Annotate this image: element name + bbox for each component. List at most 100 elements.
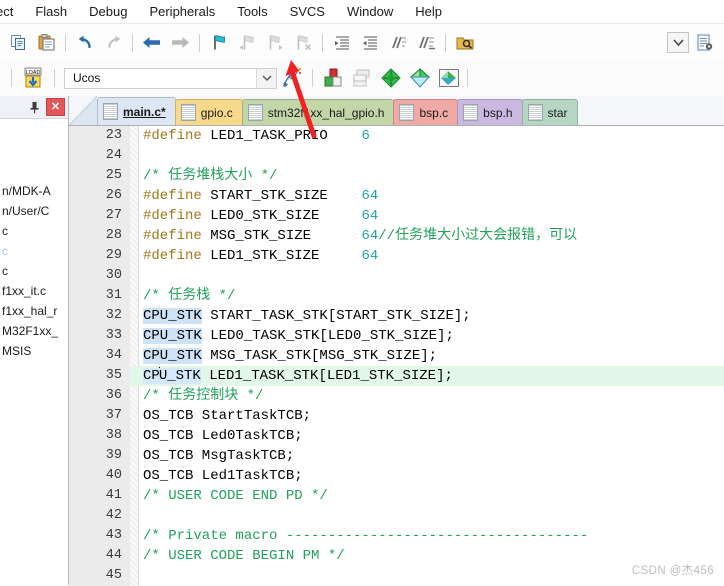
code-text[interactable]: #define START_STK_SIZE 64 — [130, 186, 724, 206]
code-line[interactable]: 33 CPU_STK LED0_TASK_STK[LED0_STK_SIZE]; — [69, 326, 724, 346]
code-text[interactable]: /* Private macro -----------------------… — [130, 526, 724, 546]
pin-icon[interactable] — [26, 99, 42, 115]
code-line[interactable]: 29 #define LED1_STK_SIZE 64 — [69, 246, 724, 266]
chevron-down-icon[interactable] — [256, 68, 276, 88]
tree-item[interactable]: c — [0, 241, 68, 261]
navigate-back-icon[interactable] — [139, 30, 165, 56]
menu-project[interactable]: ect — [0, 0, 24, 23]
code-line[interactable]: 27 #define LED0_STK_SIZE 64 — [69, 206, 724, 226]
tab-main-c[interactable]: main.c* — [97, 97, 176, 125]
tab-bsp-h[interactable]: bsp.h — [457, 99, 523, 125]
code-text[interactable] — [130, 506, 724, 526]
code-text[interactable]: OS_TCB StartTaskTCB; — [130, 406, 724, 426]
code-line[interactable]: 44 /* USER CODE BEGIN PM */ — [69, 546, 724, 566]
tree-item[interactable]: f1xx_hal_r — [0, 301, 68, 321]
tree-item[interactable]: c — [0, 221, 68, 241]
code-text[interactable]: /* 任务栈 */ — [130, 286, 724, 306]
code-text[interactable]: CPU_STK START_TASK_STK[START_STK_SIZE]; — [130, 306, 724, 326]
tree-item[interactable] — [0, 161, 68, 181]
tree-item[interactable] — [0, 121, 68, 141]
code-text[interactable]: #define MSG_STK_SIZE 64//任务堆大小过大会报错，可以 — [130, 226, 724, 246]
code-text[interactable]: #define LED1_STK_SIZE 64 — [130, 246, 724, 266]
menu-svcs[interactable]: SVCS — [279, 0, 336, 23]
code-line[interactable]: 32 CPU_STK START_TASK_STK[START_STK_SIZE]… — [69, 306, 724, 326]
code-text[interactable]: CPU_STK MSG_TASK_STK[MSG_STK_SIZE]; — [130, 346, 724, 366]
tab-gpio-c[interactable]: gpio.c — [174, 99, 243, 125]
chevron-down-icon[interactable] — [667, 32, 689, 53]
code-line[interactable]: 42 — [69, 506, 724, 526]
code-text[interactable]: OS_TCB MsgTaskTCB; — [130, 446, 724, 466]
menu-flash[interactable]: Flash — [24, 0, 78, 23]
code-text[interactable]: OS_TCB Led1TaskTCB; — [130, 466, 724, 486]
close-icon[interactable]: ✕ — [46, 98, 65, 116]
code-line[interactable]: 25 /* 任务堆栈大小 */ — [69, 166, 724, 186]
tree-item[interactable]: M32F1xx_ — [0, 321, 68, 341]
code-lines[interactable]: 23 #define LED1_TASK_PRIO 6 24 25 /* 任务堆栈大小 … — [69, 126, 724, 586]
menu-debug[interactable]: Debug — [78, 0, 138, 23]
tree-item[interactable] — [0, 141, 68, 161]
code-line[interactable]: 40 OS_TCB Led1TaskTCB; — [69, 466, 724, 486]
menu-window[interactable]: Window — [336, 0, 404, 23]
target-select[interactable]: Ucos — [64, 67, 277, 89]
indent-increase-icon[interactable] — [329, 30, 355, 56]
menu-help[interactable]: Help — [404, 0, 453, 23]
project-tree[interactable]: n/MDK-A n/User/C c c c f1xx_it.c f1xx_hal_r M32… — [0, 119, 68, 585]
tab-startup-s[interactable]: star — [521, 99, 578, 125]
manage-project-items-icon[interactable] — [319, 65, 346, 91]
code-text[interactable] — [130, 146, 724, 166]
pack-installer-icon[interactable] — [348, 65, 375, 91]
configure-file-icon[interactable] — [691, 30, 717, 56]
indent-decrease-icon[interactable] — [357, 30, 383, 56]
code-line[interactable]: 41 /* USER CODE END PD */ — [69, 486, 724, 506]
code-line[interactable]: 39 OS_TCB MsgTaskTCB; — [69, 446, 724, 466]
code-line[interactable]: 45 — [69, 566, 724, 586]
undo-icon[interactable] — [72, 30, 98, 56]
code-text[interactable]: #define LED0_STK_SIZE 64 — [130, 206, 724, 226]
download-to-flash-icon[interactable]: LOAD — [18, 65, 48, 91]
paste-icon[interactable] — [33, 30, 59, 56]
code-line[interactable]: 36 /* 任务控制块 */ — [69, 386, 724, 406]
code-line[interactable]: 38 OS_TCB Led0TaskTCB; — [69, 426, 724, 446]
code-line[interactable]: 26 #define START_STK_SIZE 64 — [69, 186, 724, 206]
code-line[interactable]: 28 #define MSG_STK_SIZE 64//任务堆大小过大会报错，可以 — [69, 226, 724, 246]
bookmark-prev-icon[interactable] — [234, 30, 260, 56]
multi-project-icon[interactable] — [435, 65, 462, 91]
code-line[interactable]: 23 #define LED1_TASK_PRIO 6 — [69, 126, 724, 146]
bookmark-clear-icon[interactable] — [290, 30, 316, 56]
code-line[interactable]: 31 /* 任务栈 */ — [69, 286, 724, 306]
comment-lines-icon[interactable] — [385, 30, 411, 56]
copy-icon[interactable] — [5, 30, 31, 56]
tree-item[interactable]: n/MDK-A — [0, 181, 68, 201]
code-text[interactable]: CPU_STK LED1_TASK_STK[LED1_STK_SIZE]; — [130, 366, 724, 386]
tree-item[interactable]: MSIS — [0, 341, 68, 361]
menu-peripherals[interactable]: Peripherals — [138, 0, 226, 23]
tree-item[interactable]: n/User/C — [0, 201, 68, 221]
code-text[interactable]: /* 任务控制块 */ — [130, 386, 724, 406]
bookmark-toggle-icon[interactable] — [206, 30, 232, 56]
uncomment-lines-icon[interactable] — [413, 30, 439, 56]
menu-tools[interactable]: Tools — [226, 0, 278, 23]
select-software-packs-icon[interactable] — [406, 65, 433, 91]
find-in-files-icon[interactable] — [452, 30, 478, 56]
code-line[interactable]: 35 CPU_STK LED1_TASK_STK[LED1_STK_SIZE]; — [69, 366, 724, 386]
navigate-forward-icon[interactable] — [167, 30, 193, 56]
tab-bsp-c[interactable]: bsp.c — [393, 99, 459, 125]
code-text[interactable]: OS_TCB Led0TaskTCB; — [130, 426, 724, 446]
tree-item[interactable]: c — [0, 261, 68, 281]
bookmark-next-icon[interactable] — [262, 30, 288, 56]
code-text[interactable]: /* USER CODE END PD */ — [130, 486, 724, 506]
manage-run-time-env-icon[interactable] — [377, 65, 404, 91]
target-options-icon[interactable] — [278, 65, 306, 91]
code-text[interactable]: CPU_STK LED0_TASK_STK[LED0_STK_SIZE]; — [130, 326, 724, 346]
code-text[interactable] — [130, 266, 724, 286]
code-line[interactable]: 24 — [69, 146, 724, 166]
tab-stm32f1xx-hal-gpio-h[interactable]: stm32f1xx_hal_gpio.h — [241, 99, 395, 125]
code-line[interactable]: 34 CPU_STK MSG_TASK_STK[MSG_STK_SIZE]; — [69, 346, 724, 366]
tree-item[interactable]: f1xx_it.c — [0, 281, 68, 301]
code-line[interactable]: 43 /* Private macro ---------------------… — [69, 526, 724, 546]
code-line[interactable]: 37 OS_TCB StartTaskTCB; — [69, 406, 724, 426]
code-text[interactable]: #define LED1_TASK_PRIO 6 — [130, 126, 724, 146]
code-line[interactable]: 30 — [69, 266, 724, 286]
code-editor[interactable]: 23 #define LED1_TASK_PRIO 6 24 25 /* 任务堆栈大小 … — [69, 126, 724, 586]
redo-icon[interactable] — [100, 30, 126, 56]
